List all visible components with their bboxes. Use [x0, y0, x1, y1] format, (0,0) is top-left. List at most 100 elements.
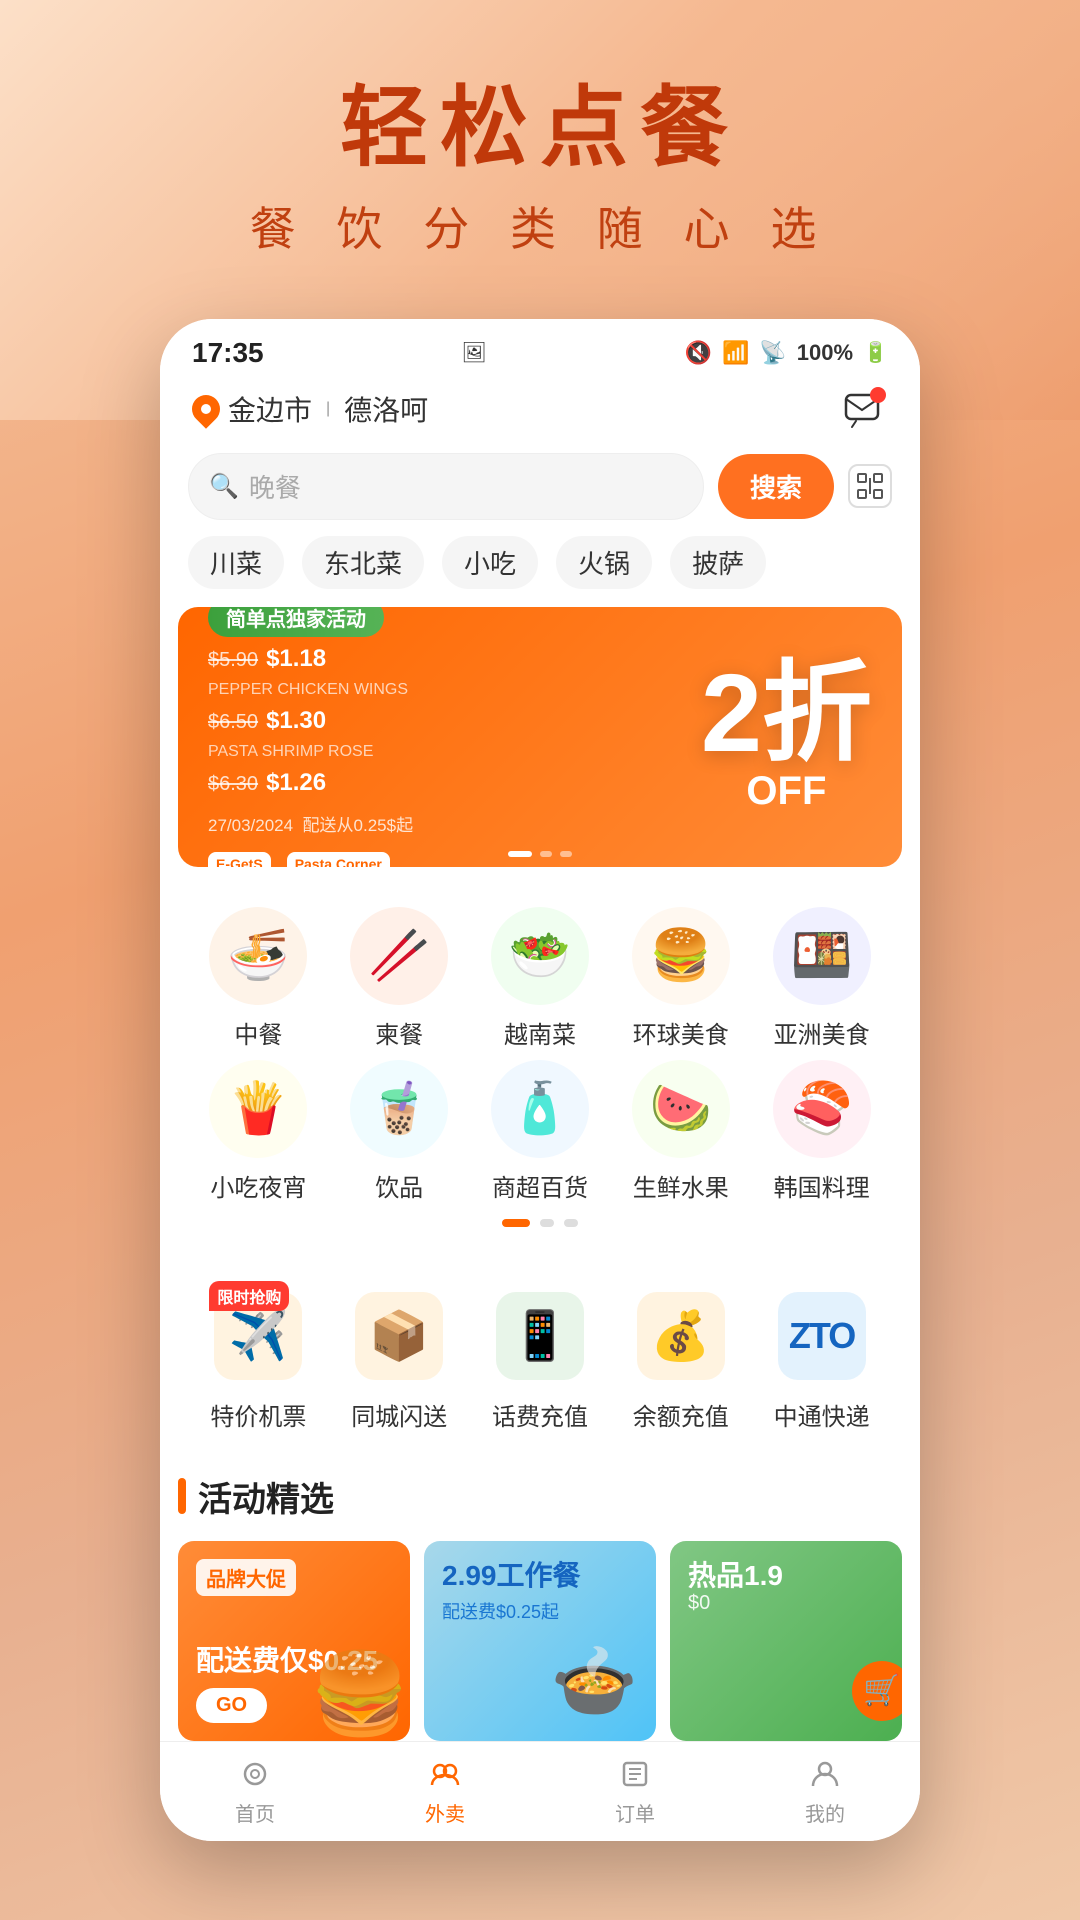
banner-promo-label: 简单点独家活动	[208, 607, 384, 637]
food-icon-drinks: 🧋	[350, 1060, 448, 1158]
location-bar[interactable]: 金边市 | 德洛呵	[160, 377, 920, 441]
banner-dots	[508, 851, 572, 857]
food-cat-global[interactable]: 🍔 环球美食	[610, 907, 751, 1050]
food-label-drinks: 饮品	[375, 1168, 423, 1203]
nav-item-profile[interactable]: 我的	[730, 1746, 920, 1837]
food-cat-fruit[interactable]: 🍉 生鲜水果	[610, 1060, 751, 1203]
nav-label-orders: 订单	[615, 1798, 655, 1827]
signal-icon: 📡	[759, 340, 786, 366]
banner-price-new-2: $1.26	[266, 769, 326, 797]
food-cat-market[interactable]: 🧴 商超百货	[470, 1060, 611, 1203]
card-sub-hot: $0	[688, 1592, 884, 1615]
card-sub-work: 配送费$0.25起	[442, 1598, 638, 1624]
card-food-emoji: 🍔	[310, 1647, 410, 1741]
banner-price-new-1: $1.30	[266, 707, 326, 735]
takeout-icon	[427, 1756, 463, 1792]
location-city: 金边市	[228, 389, 312, 429]
food-cat-drinks[interactable]: 🧋 饮品	[329, 1060, 470, 1203]
promo-banner[interactable]: 简单点独家活动 $5.90 $1.18 PEPPER CHICKEN WINGS…	[178, 607, 902, 867]
banner-logo-pasta: Pasta Corner	[287, 852, 390, 867]
service-topup[interactable]: 📱 话费充值	[470, 1287, 611, 1432]
banner-item-label-1: PASTA SHRIMP ROSE	[208, 743, 413, 761]
grid-page-dots	[188, 1203, 892, 1237]
nav-item-orders[interactable]: 订单	[540, 1746, 730, 1837]
activity-card-hot-item[interactable]: 热品1.9 $0 🛒	[670, 1541, 902, 1741]
food-cat-vietnamese[interactable]: 🥗 越南菜	[470, 907, 611, 1050]
battery-level: 100%	[797, 340, 853, 366]
banner-date: 27/03/2024 配送从0.25$起	[208, 811, 413, 836]
food-icon-vietnamese: 🥗	[491, 907, 589, 1005]
food-label-chinese: 中餐	[234, 1015, 282, 1050]
food-label-fruit: 生鲜水果	[633, 1168, 729, 1203]
food-cat-korean[interactable]: 🍣 韩国料理	[751, 1060, 892, 1203]
cat-tag-3[interactable]: 火锅	[556, 536, 652, 589]
battery-icon: 🔋	[863, 340, 888, 365]
card-main-work: 2.99工作餐	[442, 1559, 638, 1593]
nav-label-home: 首页	[235, 1798, 275, 1827]
service-label-balance: 余额充值	[633, 1397, 729, 1432]
hero-subtitle: 餐 饮 分 类 随 心 选	[0, 193, 1080, 259]
location-district: 德洛呵	[344, 389, 428, 429]
food-icon-cambodian: 🥢	[350, 907, 448, 1005]
banner-off-label: OFF	[746, 769, 826, 814]
food-label-cambodian: 柬餐	[375, 1015, 423, 1050]
message-icon-button[interactable]	[836, 387, 888, 431]
nav-item-home[interactable]: 首页	[160, 1746, 350, 1837]
food-label-market: 商超百货	[492, 1168, 588, 1203]
grid-dot-2	[540, 1219, 554, 1227]
service-label-topup: 话费充值	[492, 1397, 588, 1432]
service-badge-limited: 限时抢购	[209, 1281, 289, 1311]
food-cat-chinese[interactable]: 🍜 中餐	[188, 907, 329, 1050]
nav-label-profile: 我的	[805, 1798, 845, 1827]
food-cat-cambodian[interactable]: 🥢 柬餐	[329, 907, 470, 1050]
status-time: 17:35	[192, 337, 264, 369]
search-button[interactable]: 搜索	[718, 454, 834, 519]
cart-overlay-icon[interactable]: 🛒	[852, 1661, 902, 1721]
food-icon-snack: 🍟	[209, 1060, 307, 1158]
activity-card-work-meal[interactable]: 2.99工作餐 配送费$0.25起 🍲	[424, 1541, 656, 1741]
food-cat-snack[interactable]: 🍟 小吃夜宵	[188, 1060, 329, 1203]
food-label-korean: 韩国料理	[774, 1168, 870, 1203]
food-icon-fruit: 🍉	[632, 1060, 730, 1158]
card-go-button[interactable]: GO	[196, 1688, 267, 1723]
service-balance[interactable]: 💰 余额充值	[610, 1287, 751, 1432]
food-label-global: 环球美食	[633, 1015, 729, 1050]
search-icon: 🔍	[209, 472, 239, 501]
activity-section-title: 活动精选	[198, 1472, 334, 1521]
section-accent-bar	[178, 1478, 186, 1514]
banner-price-old-0: $5.90	[208, 649, 258, 672]
cat-tag-1[interactable]: 东北菜	[302, 536, 424, 589]
food-category-grid: 🍜 中餐 🥢 柬餐 🥗 越南菜 🍔 环球美食 🍱 亚洲美食	[178, 883, 902, 1247]
food-icon-global: 🍔	[632, 907, 730, 1005]
food-icon-chinese: 🍜	[209, 907, 307, 1005]
activity-card-brand[interactable]: 品牌大促 配送费仅$0.25 GO 🍔	[178, 1541, 410, 1741]
banner-price-old-2: $6.30	[208, 773, 258, 796]
scan-icon-button[interactable]	[848, 464, 892, 508]
bottom-nav: 首页 外卖	[160, 1741, 920, 1841]
nav-item-takeout[interactable]: 外卖	[350, 1746, 540, 1837]
services-row: ✈️ 限时抢购 特价机票 📦 同城闪送 📱 话费充值	[178, 1263, 902, 1456]
service-delivery[interactable]: 📦 同城闪送	[329, 1287, 470, 1432]
category-tags-row: 川菜 东北菜 小吃 火锅 披萨	[160, 536, 920, 607]
cat-tag-0[interactable]: 川菜	[188, 536, 284, 589]
search-input-container[interactable]: 🔍 晚餐	[188, 453, 704, 520]
location-pin-icon	[186, 389, 226, 429]
service-flight[interactable]: ✈️ 限时抢购 特价机票	[188, 1287, 329, 1432]
hero-title: 轻松点餐	[0, 80, 1080, 177]
grid-dot-1	[502, 1219, 530, 1227]
banner-price-new-0: $1.18	[266, 645, 326, 673]
food-cat-asian[interactable]: 🍱 亚洲美食	[751, 907, 892, 1050]
search-placeholder-text: 晚餐	[249, 468, 301, 505]
food-icon-korean: 🍣	[773, 1060, 871, 1158]
service-zto[interactable]: ZTO 中通快递	[751, 1287, 892, 1432]
cat-tag-4[interactable]: 披萨	[670, 536, 766, 589]
cat-tag-2[interactable]: 小吃	[442, 536, 538, 589]
orders-icon	[617, 1756, 653, 1792]
banner-discount-text: 2折	[701, 659, 872, 769]
food-icon-market: 🧴	[491, 1060, 589, 1158]
activity-cards-row: 品牌大促 配送费仅$0.25 GO 🍔	[178, 1541, 902, 1741]
service-label-zto: 中通快递	[774, 1397, 870, 1432]
grid-dot-3	[564, 1219, 578, 1227]
activity-section: 活动精选 品牌大促 配送费仅$0.25 GO	[178, 1472, 902, 1741]
card-tag-brand: 品牌大促	[196, 1559, 296, 1596]
